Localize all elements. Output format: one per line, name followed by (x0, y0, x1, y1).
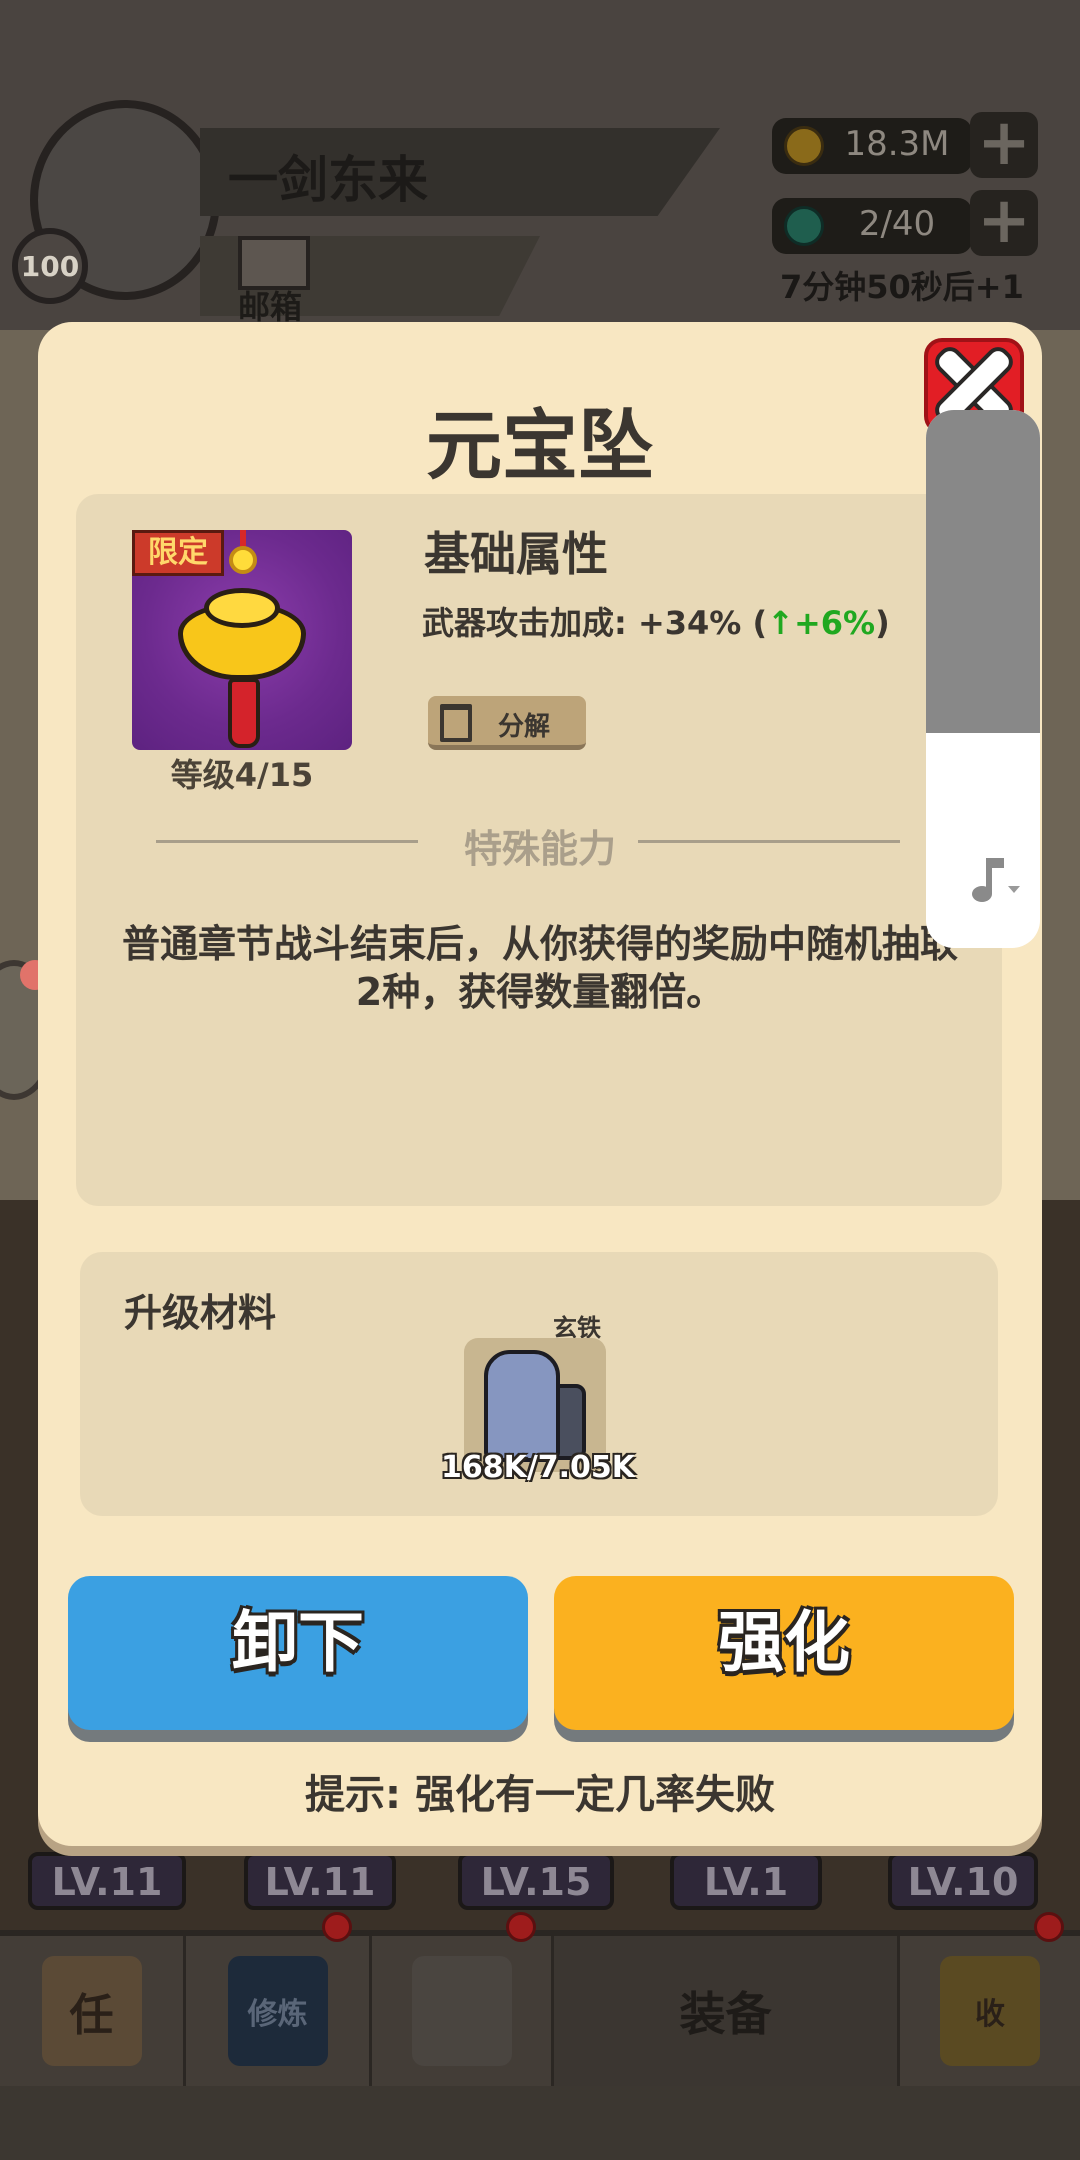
bottom-bar (0, 2086, 1080, 2160)
task-scroll-icon: 任 (41, 1956, 142, 2066)
pendant-tassel (228, 678, 260, 748)
chevron-down-icon[interactable] (1008, 886, 1020, 893)
crossed-swords-icon (411, 1956, 512, 2066)
base-attr-title: 基础属性 (424, 527, 608, 581)
tab-collection[interactable]: 收 (900, 1936, 1080, 2086)
notification-dot (1034, 1912, 1064, 1942)
tab-task[interactable]: 任 (0, 1936, 186, 2086)
volume-slider[interactable] (926, 410, 1040, 948)
player-level-badge: 100 (12, 228, 88, 304)
tab-battle[interactable] (372, 1936, 554, 2086)
decompose-label: 分解 (498, 712, 551, 742)
note-flag (992, 858, 1004, 868)
item-level: 等级4/15 (170, 756, 314, 794)
item-detail-dialog: 元宝坠 限定 等级4/15 基础属性 武器攻击加成: +34% (↑+6%) 分… (38, 322, 1042, 1846)
level-tag: LV.11 (244, 1852, 396, 1910)
iron-ore-icon (484, 1350, 560, 1462)
unequip-button[interactable]: 卸下 (68, 1576, 528, 1730)
tab-equipment[interactable]: 装备 (554, 1936, 900, 2086)
gold-add-button[interactable]: + (970, 111, 1038, 178)
level-tag: LV.10 (888, 1852, 1038, 1910)
trash-icon (440, 704, 472, 742)
level-tag: LV.1 (670, 1852, 822, 1910)
gold-value: 18.3M (844, 124, 950, 164)
tab-cultivation[interactable]: 修炼 (186, 1936, 372, 2086)
limited-tag: 限定 (132, 530, 224, 576)
stat-text: 武器攻击加成: +34% ( (422, 604, 768, 642)
upgrade-material-title: 升级材料 (124, 1291, 277, 1335)
energy-add-button[interactable]: + (970, 189, 1038, 256)
enhance-button[interactable]: 强化 (554, 1576, 1014, 1730)
stat-delta: ↑+6% (767, 604, 876, 642)
special-ability-title: 特殊能力 (463, 827, 616, 871)
ingot-top (204, 588, 280, 628)
gold-counter: 18.3M (772, 118, 972, 174)
level-tag: LV.15 (458, 1852, 614, 1910)
enhance-hint: 提示: 强化有一定几率失败 (305, 1772, 775, 1818)
base-attr-stat: 武器攻击加成: +34% (↑+6%) (422, 598, 890, 644)
material-count: 168K/7.05K (440, 1450, 636, 1485)
decompose-button[interactable]: 分解 (428, 696, 586, 750)
notification-dot (322, 1912, 352, 1942)
player-name: 一剑东来 (228, 151, 428, 209)
music-note-icon (970, 858, 1004, 902)
level-tag: LV.11 (28, 1852, 186, 1910)
volume-track-empty (926, 410, 1040, 733)
energy-timer: 7分钟50秒后+1 (780, 268, 1024, 306)
energy-counter: 2/40 (772, 198, 972, 254)
cultivation-book-icon: 修炼 (227, 1956, 328, 2066)
divider-right (638, 840, 900, 843)
dialog-title: 元宝坠 (426, 401, 654, 490)
note-head (972, 886, 992, 902)
energy-value: 2/40 (858, 204, 936, 244)
stat-close-paren: ) (875, 604, 890, 642)
notification-dot (506, 1912, 536, 1942)
tab-equipment-label: 装备 (679, 1987, 772, 2041)
special-ability-description: 普通章节战斗结束后，从你获得的奖励中随机抽取2种，获得数量翻倍。 (121, 922, 958, 1014)
pendant-bead (229, 546, 257, 574)
collection-pavilion-icon: 收 (940, 1956, 1040, 2066)
